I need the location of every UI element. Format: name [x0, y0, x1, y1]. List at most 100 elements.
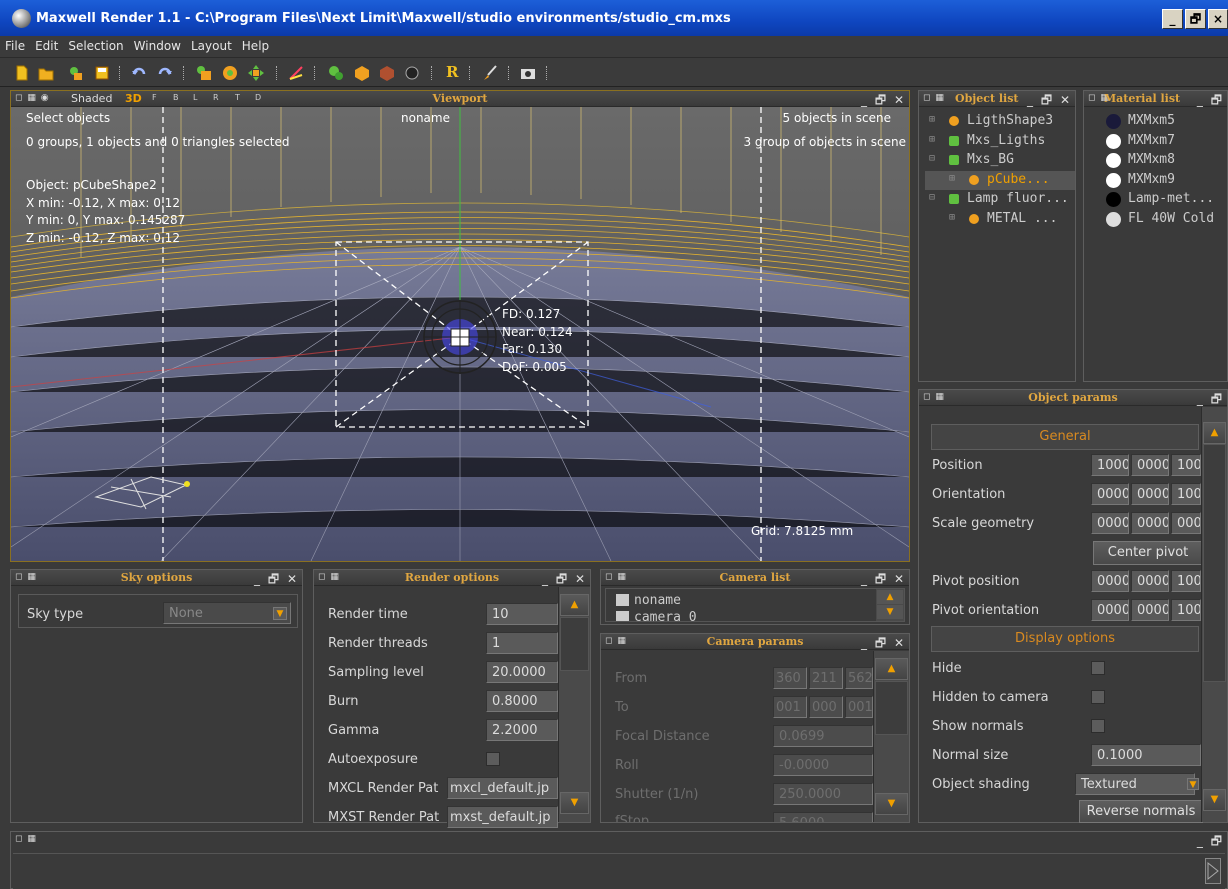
- to-y-field[interactable]: 000: [809, 696, 843, 718]
- expand-icon[interactable]: ⊞: [949, 173, 955, 184]
- menu-edit[interactable]: Edit: [30, 36, 63, 53]
- camera-list-scrollbar[interactable]: ▲ ▼: [876, 589, 904, 621]
- scroll-down-button[interactable]: ▼: [560, 792, 589, 814]
- render-time-field[interactable]: 10: [486, 603, 558, 625]
- maximize-button[interactable]: 🗗: [1185, 9, 1206, 29]
- from-z-field[interactable]: 562: [845, 667, 873, 689]
- viewport-canvas[interactable]: [11, 107, 909, 561]
- camera-gizmo[interactable]: [423, 300, 497, 374]
- hidden-to-camera-checkbox[interactable]: [1091, 690, 1105, 704]
- panel-controls[interactable]: _ 🗗 ✕: [1027, 91, 1072, 112]
- save-icon[interactable]: [94, 65, 110, 81]
- object-shading-select[interactable]: Textured: [1075, 773, 1195, 795]
- move-icon[interactable]: [196, 65, 212, 81]
- panel-menu-icon[interactable]: ◻ ▦: [15, 834, 37, 844]
- show-normals-checkbox[interactable]: [1091, 719, 1105, 733]
- material-list-item[interactable]: MXMxm5: [1098, 112, 1228, 132]
- pivot-position-y-field[interactable]: 0000: [1131, 570, 1169, 592]
- pivot-orientation-x-field[interactable]: 0000: [1091, 599, 1129, 621]
- material-list-item[interactable]: MXMxm8: [1098, 151, 1228, 171]
- cube-icon[interactable]: [354, 65, 370, 81]
- scale-z-field[interactable]: 0000: [1171, 512, 1201, 534]
- hide-checkbox[interactable]: [1091, 661, 1105, 675]
- render-threads-field[interactable]: 1: [486, 632, 558, 654]
- camera-params-scrollbar[interactable]: ▲ ▼: [873, 651, 909, 822]
- menu-selection[interactable]: Selection: [63, 36, 128, 53]
- expand-icon[interactable]: ⊟: [929, 153, 935, 164]
- material-list-item[interactable]: Lamp-met...: [1098, 190, 1228, 210]
- burn-field[interactable]: 0.8000: [486, 690, 558, 712]
- scroll-up-button[interactable]: ▲: [877, 590, 903, 604]
- orientation-z-field[interactable]: 1000: [1171, 483, 1201, 505]
- pivot-position-x-field[interactable]: 0000: [1091, 570, 1129, 592]
- display-options-section[interactable]: Display options: [931, 626, 1199, 652]
- object-list-item[interactable]: ⊟ Lamp fluor...: [925, 190, 1075, 210]
- rotate-icon[interactable]: [222, 65, 238, 81]
- material-list-item[interactable]: MXMxm9: [1098, 171, 1228, 191]
- mxcl-path-field[interactable]: mxcl_default.jp: [447, 777, 558, 799]
- scale-x-field[interactable]: 0000: [1091, 512, 1129, 534]
- import-icon[interactable]: [68, 65, 84, 81]
- pivot-position-z-field[interactable]: 1000: [1171, 570, 1201, 592]
- scroll-up-button[interactable]: ▲: [875, 658, 908, 680]
- scroll-thumb[interactable]: [560, 617, 589, 671]
- scroll-up-button[interactable]: ▲: [1203, 422, 1226, 444]
- focal-distance-field[interactable]: 0.0699: [773, 725, 873, 747]
- pivot-orientation-y-field[interactable]: 0000: [1131, 599, 1169, 621]
- open-folder-icon[interactable]: [38, 65, 54, 81]
- panel-controls[interactable]: _ 🗗: [1197, 91, 1224, 112]
- play-icon[interactable]: [1205, 858, 1221, 884]
- panel-controls[interactable]: _ 🗗: [1197, 832, 1224, 853]
- chevron-down-icon[interactable]: ▼: [1187, 778, 1199, 790]
- menu-file[interactable]: File: [0, 36, 30, 53]
- expand-icon[interactable]: ⊞: [929, 114, 935, 125]
- camera-icon[interactable]: [520, 65, 536, 81]
- normal-size-field[interactable]: 0.1000: [1091, 744, 1201, 766]
- brush-icon[interactable]: [482, 65, 498, 81]
- general-section[interactable]: General: [931, 424, 1199, 450]
- scroll-down-button[interactable]: ▼: [875, 793, 908, 815]
- scroll-thumb[interactable]: [875, 681, 908, 735]
- object-icon[interactable]: [328, 65, 344, 81]
- scroll-up-button[interactable]: ▲: [560, 594, 589, 616]
- roll-field[interactable]: -0.0000: [773, 754, 873, 776]
- scale-icon[interactable]: [248, 65, 264, 81]
- expand-icon[interactable]: ⊞: [929, 134, 935, 145]
- minimize-button[interactable]: _: [1162, 9, 1183, 29]
- gamma-field[interactable]: 2.2000: [486, 719, 558, 741]
- render-options-scrollbar[interactable]: ▲ ▼: [558, 587, 590, 822]
- shutter-field[interactable]: 250.0000: [773, 783, 873, 805]
- render-icon[interactable]: R: [446, 63, 462, 81]
- mxst-path-field[interactable]: mxst_default.jp: [447, 806, 558, 828]
- from-y-field[interactable]: 211: [809, 667, 843, 689]
- sampling-level-field[interactable]: 20.0000: [486, 661, 558, 683]
- sky-type-select[interactable]: None: [163, 602, 291, 624]
- object-list-item[interactable]: ⊞ METAL ...: [925, 210, 1075, 230]
- axis-icon[interactable]: [288, 65, 304, 81]
- fstop-field[interactable]: 5.6000: [773, 812, 873, 822]
- scale-y-field[interactable]: 0000: [1131, 512, 1169, 534]
- pivot-orientation-z-field[interactable]: 1000: [1171, 599, 1201, 621]
- expand-icon[interactable]: ⊟: [929, 192, 935, 203]
- material-list-item[interactable]: FL 40W Cold: [1098, 210, 1228, 230]
- camera-item[interactable]: noname: [634, 593, 681, 608]
- expand-icon[interactable]: ⊞: [949, 212, 955, 223]
- close-button[interactable]: ×: [1208, 9, 1228, 29]
- orientation-y-field[interactable]: 0000: [1131, 483, 1169, 505]
- undo-icon[interactable]: [131, 65, 147, 81]
- to-z-field[interactable]: 001: [845, 696, 873, 718]
- object-list-item[interactable]: ⊞ pCube...: [925, 170, 1075, 190]
- from-x-field[interactable]: 360: [773, 667, 807, 689]
- autoexposure-checkbox[interactable]: [486, 752, 500, 766]
- object-list-item[interactable]: ⊞ Mxs_Ligths: [925, 132, 1075, 152]
- reverse-normals-button[interactable]: Reverse normals: [1079, 800, 1203, 823]
- orientation-x-field[interactable]: 0000: [1091, 483, 1129, 505]
- object-list-item[interactable]: ⊟ Mxs_BG: [925, 151, 1075, 171]
- to-x-field[interactable]: 001: [773, 696, 807, 718]
- position-x-field[interactable]: 1000: [1091, 454, 1129, 476]
- panel-controls[interactable]: _ 🗗 ✕: [254, 570, 299, 591]
- new-file-icon[interactable]: [14, 65, 30, 81]
- scroll-down-button[interactable]: ▼: [1203, 789, 1226, 811]
- scroll-thumb[interactable]: [1203, 444, 1226, 682]
- position-y-field[interactable]: 0000: [1131, 454, 1169, 476]
